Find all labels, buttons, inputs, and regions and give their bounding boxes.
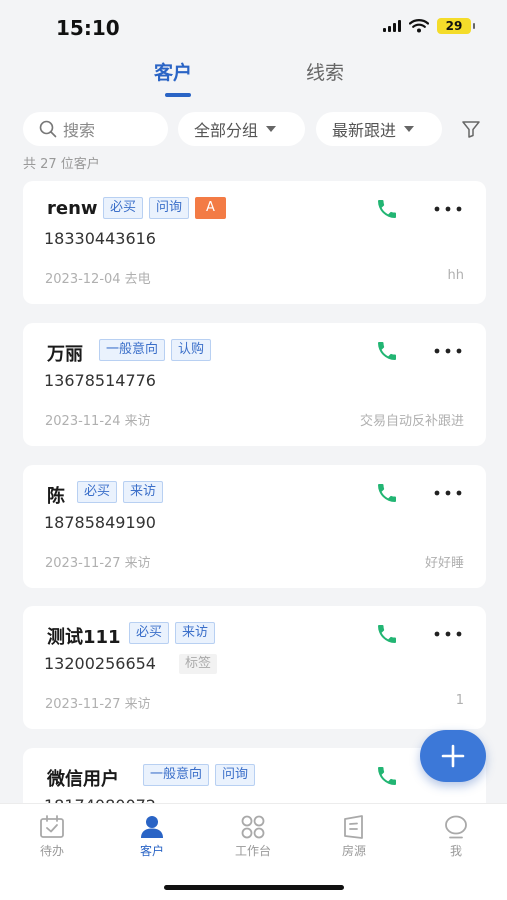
- more-icon[interactable]: [433, 205, 463, 213]
- customer-tag: 一般意向: [99, 339, 166, 361]
- phone-icon[interactable]: [375, 339, 399, 363]
- nav-item-customers[interactable]: 客户: [122, 814, 182, 859]
- customer-list: renw 必买 问询 A 18330443616 2023-12-04 去电 h…: [23, 181, 486, 803]
- customer-tag: 必买: [77, 481, 118, 503]
- status-time: 15:10: [56, 16, 120, 40]
- customer-tags: 必买 问询 A: [103, 197, 226, 219]
- customer-name: 陈: [47, 486, 65, 507]
- customer-tag: 必买: [129, 622, 170, 644]
- customer-card[interactable]: 陈 必买 来访 18785849190 2023-11-27 来访 好好睡: [23, 465, 486, 588]
- customer-card[interactable]: 测试111 必买 来访 13200256654 标签 2023-11-27 来访…: [23, 606, 486, 729]
- filter-row: 搜索 全部分组 最新跟进: [0, 112, 507, 146]
- sort-dropdown-label: 最新跟进: [332, 121, 397, 140]
- customer-count: 共 27 位客户: [23, 157, 100, 172]
- customer-tags: 一般意向 认购: [99, 339, 212, 361]
- followup-date: 2023-11-24 来访: [45, 414, 151, 429]
- cellular-signal-icon: [383, 20, 401, 32]
- followup-note: 好好睡: [424, 556, 464, 571]
- customer-tags: 必买 来访: [129, 622, 216, 644]
- nav-label-housing: 房源: [341, 844, 366, 858]
- followup-note: hh: [447, 268, 464, 283]
- nav-item-workbench[interactable]: 工作台: [223, 814, 283, 859]
- filter-icon[interactable]: [460, 118, 482, 140]
- custom-label-tag: 标签: [179, 654, 218, 674]
- nav-item-todo[interactable]: 待办: [22, 814, 82, 859]
- nav-label-todo: 待办: [39, 844, 64, 858]
- workbench-icon: [241, 815, 265, 839]
- customer-tags: 一般意向 问询: [143, 764, 256, 786]
- search-placeholder: 搜索: [63, 121, 96, 140]
- nav-label-profile: 我: [449, 844, 462, 858]
- status-bar: 15:10 29: [0, 0, 507, 52]
- customer-tags: 必买 来访: [77, 481, 164, 503]
- top-tabs: 客户 线索: [0, 58, 507, 102]
- sort-dropdown[interactable]: 最新跟进: [316, 112, 442, 146]
- phone-icon[interactable]: [375, 481, 399, 505]
- customer-card[interactable]: renw 必买 问询 A 18330443616 2023-12-04 去电 h…: [23, 181, 486, 304]
- followup-note: 1: [455, 693, 464, 708]
- customer-phone: 18785849190: [44, 513, 156, 532]
- chevron-down-icon: [404, 126, 415, 132]
- more-icon[interactable]: [433, 630, 463, 638]
- customer-phone: 13200256654: [44, 654, 156, 673]
- wifi-icon: [409, 19, 429, 33]
- customer-icon: [141, 816, 163, 838]
- battery-icon: 29: [437, 18, 475, 34]
- chevron-down-icon: [266, 126, 277, 132]
- phone-icon[interactable]: [375, 764, 399, 788]
- followup-note: 交易自动反补跟进: [359, 414, 464, 429]
- customer-tag: 来访: [123, 481, 164, 503]
- customer-tag: 必买: [103, 197, 144, 219]
- tab-leads[interactable]: 线索: [306, 58, 344, 85]
- phone-icon[interactable]: [375, 622, 399, 646]
- plus-icon: [441, 744, 465, 768]
- followup-date: 2023-12-04 去电: [45, 272, 151, 287]
- search-icon: [39, 120, 57, 138]
- customer-tag: 问询: [215, 764, 256, 786]
- customer-phone: 18330443616: [44, 229, 156, 248]
- tab-customers[interactable]: 客户: [154, 58, 192, 85]
- followup-date: 2023-11-27 来访: [45, 556, 151, 571]
- nav-item-profile[interactable]: 我: [426, 814, 486, 859]
- customer-tag: 一般意向: [143, 764, 210, 786]
- nav-label-customers: 客户: [139, 844, 164, 858]
- customer-name: 微信用户: [47, 769, 119, 790]
- more-icon[interactable]: [433, 347, 463, 355]
- search-input[interactable]: 搜索: [23, 112, 168, 146]
- profile-icon: [445, 815, 467, 839]
- customer-phone: 13678514776: [44, 371, 156, 390]
- nav-label-workbench: 工作台: [234, 844, 271, 858]
- customer-card[interactable]: 万丽 一般意向 认购 13678514776 2023-11-24 来访 交易自…: [23, 323, 486, 446]
- nav-item-housing[interactable]: 房源: [324, 814, 384, 859]
- more-icon[interactable]: [433, 489, 463, 497]
- customer-name: renw: [47, 198, 98, 219]
- customer-tag: 问询: [149, 197, 190, 219]
- customer-tag: 来访: [175, 622, 216, 644]
- customer-name: 万丽: [47, 344, 83, 365]
- status-indicators: 29: [383, 18, 475, 34]
- group-dropdown-label: 全部分组: [194, 121, 259, 140]
- phone-icon[interactable]: [375, 197, 399, 221]
- todo-icon: [40, 815, 64, 838]
- customer-card[interactable]: 微信用户 一般意向 问询 18174080072: [23, 748, 486, 803]
- tab-active-indicator: [165, 93, 191, 97]
- housing-icon: [344, 815, 363, 839]
- add-customer-button[interactable]: [420, 730, 486, 782]
- customer-level-badge: A: [195, 197, 226, 219]
- followup-date: 2023-11-27 来访: [45, 697, 151, 712]
- customer-tag: 认购: [171, 339, 212, 361]
- customer-phone: 18174080072: [44, 796, 156, 803]
- home-indicator: [164, 885, 344, 890]
- group-dropdown[interactable]: 全部分组: [178, 112, 305, 146]
- customer-name: 测试111: [47, 627, 121, 648]
